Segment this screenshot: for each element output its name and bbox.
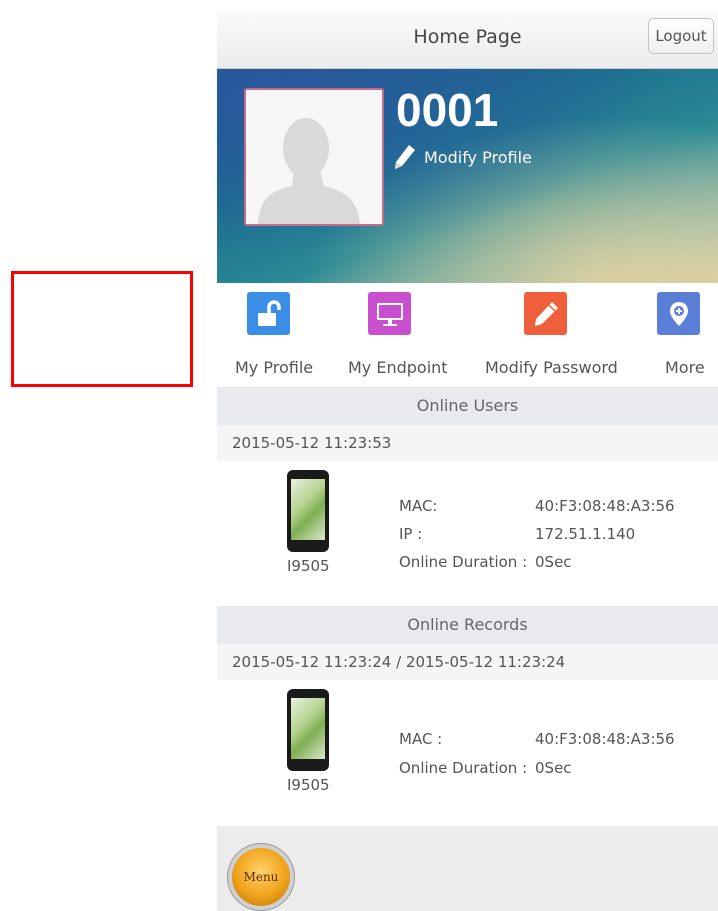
shortcut-my-profile[interactable]: My Profile — [217, 283, 335, 387]
location-plus-icon — [657, 292, 700, 335]
online-records-header: Online Records — [217, 606, 718, 644]
mac-value: 40:F3:08:48:A3:56 — [535, 730, 675, 748]
modify-profile-label: Modify Profile — [424, 147, 532, 167]
shortcut-label: My Endpoint — [348, 358, 448, 377]
smartphone-icon — [287, 689, 329, 771]
online-records-date-range: 2015-05-12 11:23:24 / 2015-05-12 11:23:2… — [217, 644, 718, 680]
shortcut-modify-password[interactable]: Modify Password — [473, 283, 633, 387]
menu-button-label: Menu — [243, 870, 279, 884]
duration-label: Online Duration : — [399, 759, 528, 777]
footer-bar: Menu — [217, 826, 718, 911]
shortcut-label: My Profile — [235, 358, 314, 377]
duration-value: 0Sec — [535, 759, 572, 777]
shortcut-label: Modify Password — [485, 358, 618, 377]
user-id: 0001 — [396, 84, 499, 136]
online-user-device[interactable]: I9505 MAC: 40:F3:08:48:A3:56 IP : 172.51… — [217, 461, 718, 605]
duration-value: 0Sec — [535, 553, 572, 571]
mac-label: MAC: — [399, 497, 438, 515]
online-users-header: Online Users — [217, 387, 718, 425]
ip-label: IP : — [399, 525, 423, 543]
shortcut-more[interactable]: More — [647, 283, 718, 387]
ip-value: 172.51.1.140 — [535, 525, 636, 543]
profile-banner: 0001 Modify Profile — [217, 69, 718, 283]
shortcut-my-endpoint[interactable]: My Endpoint — [335, 283, 453, 387]
logout-button[interactable]: Logout — [648, 18, 714, 54]
device-name: I9505 — [287, 776, 330, 794]
avatar[interactable] — [244, 88, 384, 226]
unlock-icon — [247, 292, 290, 335]
mac-label: MAC : — [399, 730, 443, 748]
avatar-placeholder-icon — [246, 90, 382, 224]
monitor-icon — [368, 292, 411, 335]
online-users-date: 2015-05-12 11:23:53 — [217, 425, 718, 461]
menu-button[interactable]: Menu — [232, 848, 290, 906]
shortcut-bar: My Profile My Endpoint Modify Password M… — [217, 283, 718, 387]
pencil-icon — [524, 292, 567, 335]
device-name: I9505 — [287, 557, 330, 575]
mac-value: 40:F3:08:48:A3:56 — [535, 497, 675, 515]
app-screen: Home Page Logout 0001 Modify Profile My … — [217, 10, 718, 911]
smartphone-icon — [287, 470, 329, 552]
duration-label: Online Duration : — [399, 553, 528, 571]
online-record-device[interactable]: I9505 MAC : 40:F3:08:48:A3:56 Online Dur… — [217, 680, 718, 826]
shortcut-label: More — [665, 358, 705, 377]
highlight-box — [11, 271, 193, 387]
modify-profile-link[interactable]: Modify Profile — [394, 144, 532, 170]
header-bar: Home Page Logout — [217, 10, 718, 69]
page-title: Home Page — [413, 26, 522, 48]
pencil-icon — [395, 145, 415, 169]
